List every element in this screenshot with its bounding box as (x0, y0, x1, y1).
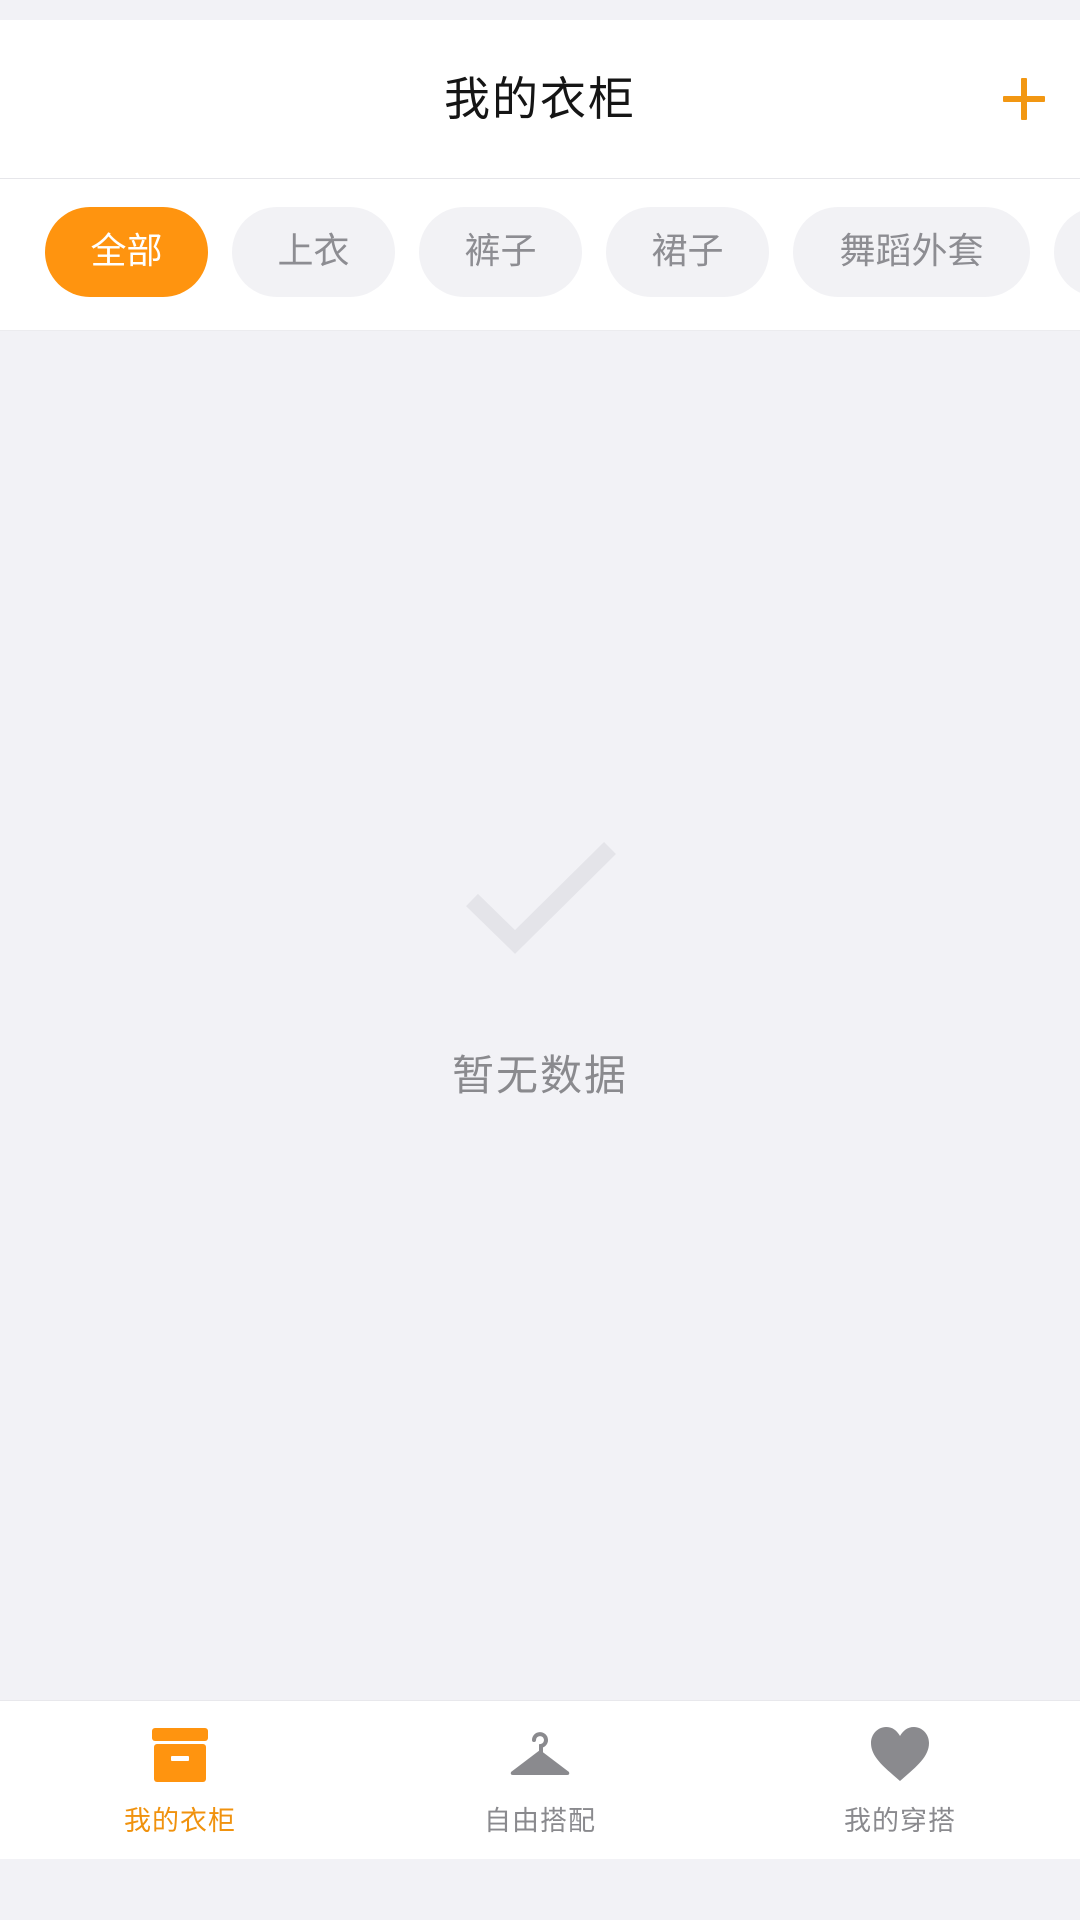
tab-free-match[interactable]: 自由搭配 (360, 1701, 720, 1859)
archive-box-icon (152, 1728, 208, 1782)
tab-label: 我的穿搭 (844, 1806, 956, 1837)
category-chip-overflow[interactable] (1054, 207, 1080, 297)
category-chip-all[interactable]: 全部 (45, 207, 208, 297)
add-item-button[interactable] (994, 69, 1054, 129)
tab-label: 自由搭配 (484, 1806, 596, 1837)
empty-state-text: 暂无数据 (451, 1051, 628, 1100)
tab-my-wardrobe[interactable]: 我的衣柜 (0, 1701, 360, 1859)
category-chip-skirts[interactable]: 裙子 (606, 207, 769, 297)
wardrobe-page: 我的衣柜 全部 上衣 裤子 裙子 舞蹈外套 暂无数据 我的衣柜 自由搭配 我的穿… (0, 0, 1080, 1920)
page-title: 我的衣柜 (444, 72, 636, 126)
top-bar: 我的衣柜 (0, 20, 1080, 179)
category-chip-tops[interactable]: 上衣 (232, 207, 395, 297)
plus-icon (1003, 78, 1045, 120)
category-filter-bar: 全部 上衣 裤子 裙子 舞蹈外套 (0, 179, 1080, 331)
heart-icon (871, 1727, 929, 1781)
checkmark-icon (466, 841, 616, 954)
category-chip-dance-jackets[interactable]: 舞蹈外套 (793, 207, 1030, 297)
tab-label: 我的衣柜 (124, 1806, 236, 1837)
category-chip-pants[interactable]: 裤子 (419, 207, 582, 297)
hanger-icon (510, 1732, 570, 1775)
tab-my-outfits[interactable]: 我的穿搭 (720, 1701, 1080, 1859)
bottom-tab-bar: 我的衣柜 自由搭配 我的穿搭 (0, 1700, 1080, 1859)
